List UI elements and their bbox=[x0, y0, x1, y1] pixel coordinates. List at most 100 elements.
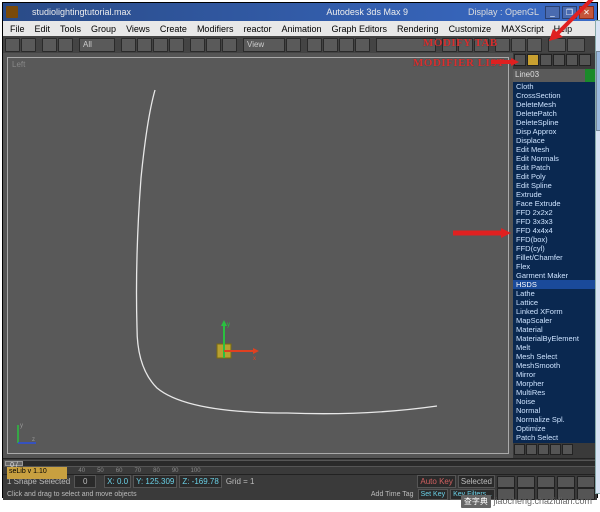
modifier-item[interactable]: Linked XForm bbox=[513, 307, 597, 316]
modifier-item[interactable]: Edit Patch bbox=[513, 163, 597, 172]
modifier-item[interactable]: CrossSection bbox=[513, 91, 597, 100]
modifier-item[interactable]: Normal bbox=[513, 406, 597, 415]
modifier-item[interactable]: Lathe bbox=[513, 289, 597, 298]
menu-maxscript[interactable]: MAXScript bbox=[496, 24, 549, 34]
select-region-button[interactable] bbox=[153, 38, 168, 52]
modifier-item[interactable]: FFD 3x3x3 bbox=[513, 217, 597, 226]
modifier-list-dropdown[interactable]: ClothCrossSectionDeleteMeshDeletePatchDe… bbox=[513, 82, 597, 443]
time-slider[interactable]: 0 / 100 bbox=[4, 460, 596, 467]
modifier-item[interactable]: Edit Poly bbox=[513, 172, 597, 181]
modifier-item[interactable]: Cloth bbox=[513, 82, 597, 91]
modifier-item[interactable]: Flex bbox=[513, 262, 597, 271]
modifier-item[interactable]: Lattice bbox=[513, 298, 597, 307]
coord-y-field[interactable]: Y: 125.309 bbox=[133, 475, 177, 488]
selib-toolbar[interactable]: seLib v 1.10 bbox=[7, 467, 67, 479]
percent-snap-button[interactable] bbox=[339, 38, 354, 52]
material-editor-button[interactable] bbox=[527, 38, 542, 52]
spinner-snap-button[interactable] bbox=[355, 38, 370, 52]
modifier-item[interactable]: Normalize Spl. bbox=[513, 415, 597, 424]
modifier-item[interactable]: Extrude bbox=[513, 190, 597, 199]
schematic-button[interactable] bbox=[511, 38, 526, 52]
modifier-item[interactable]: Edit Mesh bbox=[513, 145, 597, 154]
menu-create[interactable]: Create bbox=[155, 24, 192, 34]
transform-gizmo[interactable]: y x bbox=[203, 318, 263, 378]
coord-x-field[interactable]: X: 0.0 bbox=[104, 475, 131, 488]
modifier-item[interactable]: HSDS bbox=[513, 280, 597, 289]
make-unique-button[interactable] bbox=[538, 444, 549, 455]
undo-button[interactable] bbox=[5, 38, 20, 52]
modifier-item[interactable]: FFD 4x4x4 bbox=[513, 226, 597, 235]
viewport[interactable]: Left y x y bbox=[3, 53, 513, 458]
modifier-item[interactable]: Garment Maker bbox=[513, 271, 597, 280]
selection-set-dropdown[interactable]: All bbox=[79, 38, 115, 52]
modifier-item[interactable]: Melt bbox=[513, 343, 597, 352]
menu-tools[interactable]: Tools bbox=[55, 24, 86, 34]
modifier-item[interactable]: DeletePatch bbox=[513, 109, 597, 118]
display-tab[interactable] bbox=[566, 54, 578, 66]
modifier-item[interactable]: Disp Approx bbox=[513, 127, 597, 136]
move-button[interactable] bbox=[190, 38, 205, 52]
playback-start-button[interactable] bbox=[497, 476, 515, 488]
frame-field[interactable]: 0 bbox=[74, 475, 96, 488]
unlink-button[interactable] bbox=[58, 38, 73, 52]
modifier-item[interactable]: MapScaler bbox=[513, 316, 597, 325]
motion-tab[interactable] bbox=[553, 54, 565, 66]
modifier-item[interactable]: Noise bbox=[513, 397, 597, 406]
modifier-item[interactable]: MaterialByElement bbox=[513, 334, 597, 343]
autokey-button[interactable]: Auto Key bbox=[417, 475, 455, 488]
menu-views[interactable]: Views bbox=[121, 24, 155, 34]
angle-snap-button[interactable] bbox=[323, 38, 338, 52]
menu-animation[interactable]: Animation bbox=[276, 24, 326, 34]
pin-stack-button[interactable] bbox=[514, 444, 525, 455]
time-slider-thumb[interactable]: 0 / 100 bbox=[5, 461, 23, 466]
menu-customize[interactable]: Customize bbox=[444, 24, 497, 34]
modifier-item[interactable]: MultiRes bbox=[513, 388, 597, 397]
setkey-button[interactable]: Set Key bbox=[418, 489, 449, 500]
menu-grapheditors[interactable]: Graph Editors bbox=[327, 24, 393, 34]
modifier-item[interactable]: Fillet/Chamfer bbox=[513, 253, 597, 262]
modifier-item[interactable]: Optimize bbox=[513, 424, 597, 433]
select-button[interactable] bbox=[121, 38, 136, 52]
modifier-item[interactable]: DeleteSpline bbox=[513, 118, 597, 127]
modifier-item[interactable]: Edit Spline bbox=[513, 181, 597, 190]
modifier-item[interactable]: Displace bbox=[513, 136, 597, 145]
utilities-tab[interactable] bbox=[579, 54, 591, 66]
modify-tab[interactable] bbox=[527, 54, 539, 66]
modifier-item[interactable]: Morpher bbox=[513, 379, 597, 388]
ref-coord-dropdown[interactable]: View bbox=[243, 38, 285, 52]
menu-file[interactable]: File bbox=[5, 24, 30, 34]
modifier-item[interactable]: FFD(cyl) bbox=[513, 244, 597, 253]
pivot-button[interactable] bbox=[286, 38, 301, 52]
modifier-item[interactable]: Mirror bbox=[513, 370, 597, 379]
modifier-item[interactable]: Patch Select bbox=[513, 433, 597, 442]
object-name-field[interactable]: Line03 bbox=[513, 69, 585, 82]
window-crossing-button[interactable] bbox=[169, 38, 184, 52]
menu-group[interactable]: Group bbox=[86, 24, 121, 34]
scrollbar-thumb[interactable] bbox=[596, 51, 600, 131]
playback-end-button[interactable] bbox=[577, 476, 595, 488]
modifier-item[interactable]: Face Extrude bbox=[513, 199, 597, 208]
rotate-button[interactable] bbox=[206, 38, 221, 52]
addtimetag-button[interactable]: Add Time Tag bbox=[369, 491, 416, 498]
menu-edit[interactable]: Edit bbox=[30, 24, 56, 34]
playback-next-button[interactable] bbox=[557, 476, 575, 488]
menu-modifiers[interactable]: Modifiers bbox=[192, 24, 239, 34]
hierarchy-tab[interactable] bbox=[540, 54, 552, 66]
menu-rendering[interactable]: Rendering bbox=[392, 24, 444, 34]
modifier-item[interactable]: Mesh Select bbox=[513, 352, 597, 361]
coord-z-field[interactable]: Z: -169.78 bbox=[179, 475, 221, 488]
redo-button[interactable] bbox=[21, 38, 36, 52]
select-name-button[interactable] bbox=[137, 38, 152, 52]
modifier-item[interactable]: MeshSmooth bbox=[513, 361, 597, 370]
modifier-item[interactable]: FFD 2x2x2 bbox=[513, 208, 597, 217]
show-end-result-button[interactable] bbox=[526, 444, 537, 455]
selected-dropdown[interactable]: Selected bbox=[458, 475, 495, 488]
remove-modifier-button[interactable] bbox=[550, 444, 561, 455]
snap-button[interactable] bbox=[307, 38, 322, 52]
modifier-item[interactable]: Material bbox=[513, 325, 597, 334]
modifier-item[interactable]: Edit Normals bbox=[513, 154, 597, 163]
playback-prev-button[interactable] bbox=[517, 476, 535, 488]
modifier-item[interactable]: DeleteMesh bbox=[513, 100, 597, 109]
playback-play-button[interactable] bbox=[537, 476, 555, 488]
link-button[interactable] bbox=[42, 38, 57, 52]
